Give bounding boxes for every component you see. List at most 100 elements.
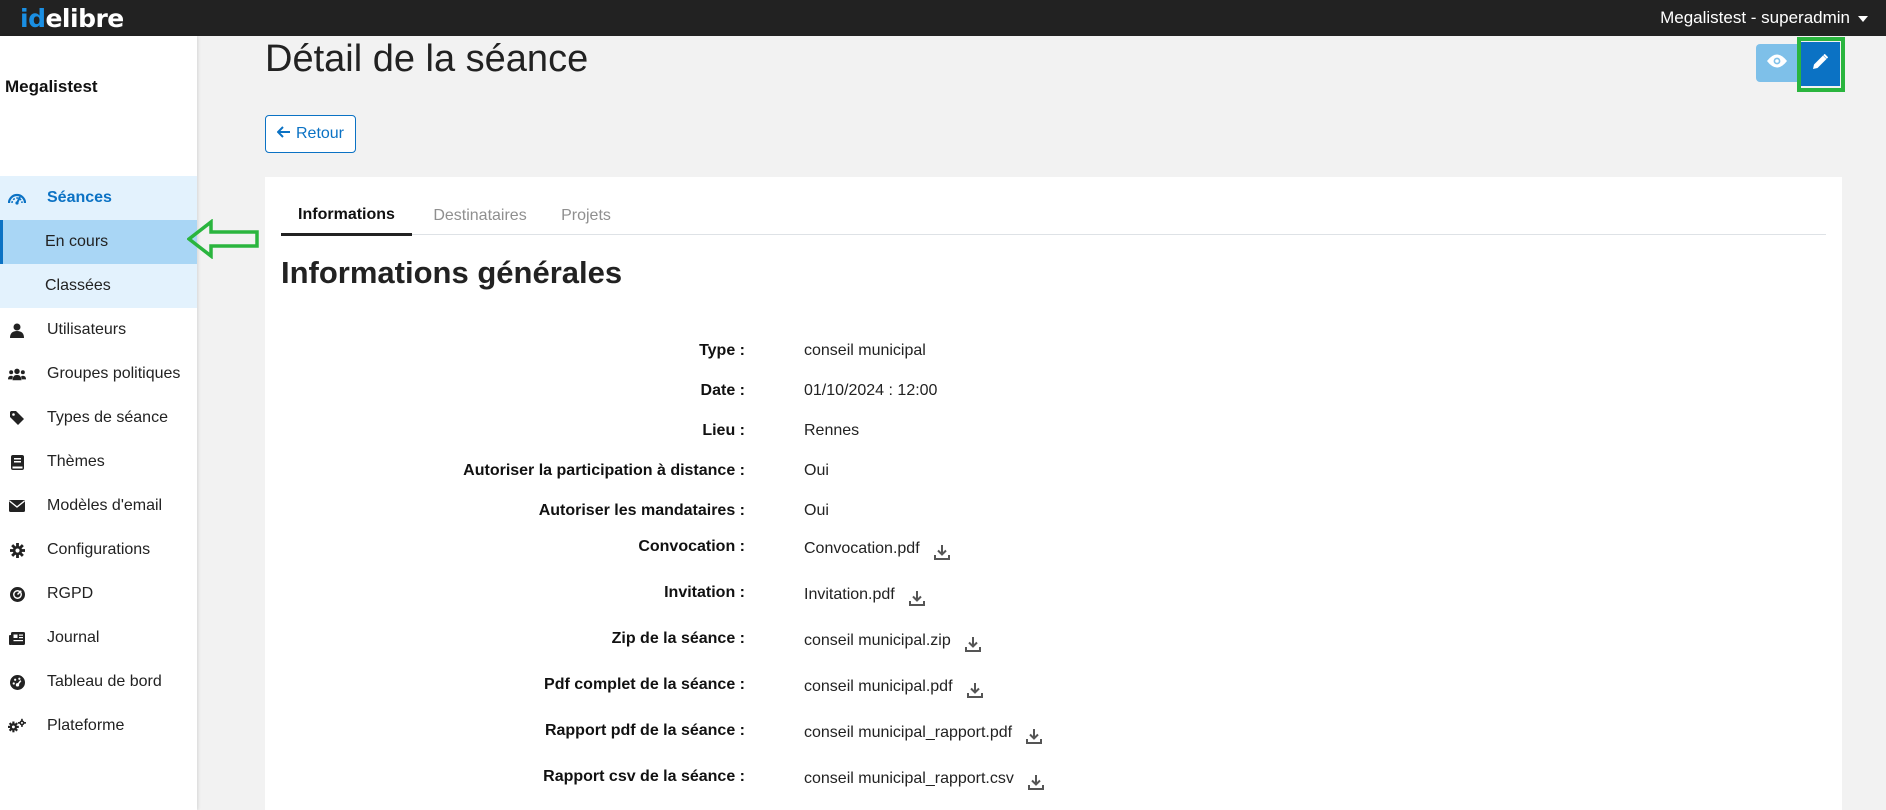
sidebar-item-rgpd[interactable]: RGPD bbox=[0, 572, 197, 616]
field-label: Invitation : bbox=[664, 584, 745, 601]
back-button[interactable]: Retour bbox=[265, 115, 356, 153]
sidebar-item-themes[interactable]: Thèmes bbox=[0, 440, 197, 484]
envelope-icon bbox=[8, 497, 26, 515]
sidebar-subitem-en-cours[interactable]: En cours bbox=[0, 220, 197, 264]
download-icon[interactable] bbox=[964, 636, 981, 652]
field-label: Type : bbox=[699, 342, 745, 359]
logo-rest: elibre bbox=[45, 3, 124, 33]
app-logo[interactable]: id elibre bbox=[20, 4, 124, 33]
field-row: Convocation : Convocation.pdf bbox=[265, 533, 1842, 563]
organization-name: Megalistest bbox=[5, 77, 98, 96]
file-link[interactable]: conseil municipal.zip bbox=[804, 632, 951, 650]
download-icon[interactable] bbox=[1027, 774, 1044, 790]
tab-destinataires[interactable]: Destinataires bbox=[420, 197, 540, 235]
sidebar-item-seances[interactable]: Séances bbox=[0, 176, 197, 220]
sidebar-item-types-de-seance[interactable]: Types de séance bbox=[0, 396, 197, 440]
field-value-text: Oui bbox=[804, 502, 829, 519]
user-icon bbox=[8, 321, 26, 339]
field-row: Pdf complet de la séance : conseil munic… bbox=[265, 671, 1842, 701]
sidebar: Megalistest Séances En cours Classées Ut… bbox=[0, 36, 197, 810]
download-icon[interactable] bbox=[933, 544, 950, 560]
sidebar-item-groupes-politiques[interactable]: Groupes politiques bbox=[0, 352, 197, 396]
tab-informations[interactable]: Informations bbox=[281, 197, 412, 236]
field-value: conseil municipal.pdf bbox=[804, 676, 983, 698]
top-bar: id elibre Megalistest - superadmin bbox=[0, 0, 1886, 36]
tag-icon bbox=[8, 409, 26, 427]
user-menu[interactable]: Megalistest - superadmin bbox=[1660, 8, 1868, 28]
sidebar-item-plateforme[interactable]: Plateforme bbox=[0, 704, 197, 748]
sidebar-item-label: Journal bbox=[47, 629, 100, 646]
download-icon[interactable] bbox=[1026, 728, 1043, 744]
file-link[interactable]: Invitation.pdf bbox=[804, 586, 895, 604]
field-value: conseil municipal_rapport.pdf bbox=[804, 722, 1043, 744]
caret-down-icon bbox=[1858, 16, 1868, 22]
field-value: Oui bbox=[804, 502, 829, 520]
field-value-text: Oui bbox=[804, 462, 829, 479]
field-label: Rapport pdf de la séance : bbox=[544, 722, 745, 739]
field-value: Invitation.pdf bbox=[804, 584, 925, 606]
field-label: Rapport csv de la séance : bbox=[543, 768, 745, 785]
users-icon bbox=[8, 365, 26, 383]
preview-button[interactable] bbox=[1756, 44, 1798, 82]
field-value: Oui bbox=[804, 462, 829, 480]
sidebar-item-journal[interactable]: Journal bbox=[0, 616, 197, 660]
newspaper-icon bbox=[8, 629, 26, 647]
sidebar-item-label: Plateforme bbox=[47, 717, 125, 734]
field-value: Rennes bbox=[804, 422, 859, 440]
back-button-label: Retour bbox=[295, 125, 345, 142]
page-title: Détail de la séance bbox=[265, 38, 589, 80]
field-label: Zip de la séance : bbox=[611, 630, 745, 647]
tab-bar: Informations Destinataires Projets bbox=[281, 197, 1826, 236]
field-value: conseil municipal bbox=[804, 342, 926, 360]
field-label: Autoriser les mandataires : bbox=[538, 502, 745, 519]
section-title: Informations générales bbox=[281, 255, 623, 290]
field-value-text: 01/10/2024 : 12:00 bbox=[804, 382, 938, 399]
sidebar-item-label: Tableau de bord bbox=[47, 673, 162, 690]
field-row: Lieu : Rennes bbox=[265, 417, 1842, 447]
field-row: Autoriser la participation à distance : … bbox=[265, 457, 1842, 487]
sidebar-item-label: En cours bbox=[45, 233, 109, 250]
sidebar-item-modeles-email[interactable]: Modèles d'email bbox=[0, 484, 197, 528]
eye-icon bbox=[1767, 54, 1787, 73]
field-row: Rapport csv de la séance : conseil munic… bbox=[265, 763, 1842, 793]
download-icon[interactable] bbox=[966, 682, 983, 698]
field-label: Convocation : bbox=[638, 538, 745, 555]
field-label: Autoriser la participation à distance : bbox=[463, 462, 745, 479]
field-value-text: conseil municipal bbox=[804, 342, 926, 359]
file-link[interactable]: conseil municipal.pdf bbox=[804, 678, 953, 696]
sidebar-subitem-classees[interactable]: Classées bbox=[0, 264, 197, 308]
gears-icon bbox=[8, 717, 26, 735]
field-row: Invitation : Invitation.pdf bbox=[265, 579, 1842, 609]
field-value-text: Rennes bbox=[804, 422, 860, 439]
annotation-arrow bbox=[187, 219, 259, 259]
sidebar-item-label: Utilisateurs bbox=[47, 321, 127, 338]
field-value: 01/10/2024 : 12:00 bbox=[804, 382, 937, 400]
file-link[interactable]: conseil municipal_rapport.csv bbox=[804, 770, 1014, 788]
book-icon bbox=[8, 453, 26, 471]
field-value: Convocation.pdf bbox=[804, 538, 950, 560]
annotation-highlight-box bbox=[1797, 37, 1845, 92]
sidebar-item-utilisateurs[interactable]: Utilisateurs bbox=[0, 308, 197, 352]
dashboard-icon bbox=[8, 673, 26, 691]
logo-id: id bbox=[20, 3, 46, 33]
sidebar-item-label: Thèmes bbox=[47, 453, 105, 470]
field-value: conseil municipal.zip bbox=[804, 630, 981, 652]
sidebar-item-label: Types de séance bbox=[47, 409, 168, 426]
file-link[interactable]: conseil municipal_rapport.pdf bbox=[804, 724, 1012, 742]
sidebar-item-configurations[interactable]: Configurations bbox=[0, 528, 197, 572]
sidebar-item-label: RGPD bbox=[47, 585, 94, 602]
gauge-icon bbox=[8, 189, 26, 207]
sidebar-item-tableau-de-bord[interactable]: Tableau de bord bbox=[0, 660, 197, 704]
field-row: Zip de la séance : conseil municipal.zip bbox=[265, 625, 1842, 655]
sidebar-item-label: Modèles d'email bbox=[47, 497, 163, 514]
field-row: Rapport pdf de la séance : conseil munic… bbox=[265, 717, 1842, 747]
field-row: Type : conseil municipal bbox=[265, 337, 1842, 367]
tab-projets[interactable]: Projets bbox=[551, 197, 621, 235]
sidebar-item-label: Configurations bbox=[47, 541, 151, 558]
sidebar-item-label: Classées bbox=[45, 277, 111, 294]
field-label: Lieu : bbox=[702, 422, 745, 439]
sidebar-item-label: Séances bbox=[47, 189, 112, 206]
sidebar-item-label: Groupes politiques bbox=[47, 365, 181, 382]
file-link[interactable]: Convocation.pdf bbox=[804, 540, 920, 558]
download-icon[interactable] bbox=[908, 590, 925, 606]
